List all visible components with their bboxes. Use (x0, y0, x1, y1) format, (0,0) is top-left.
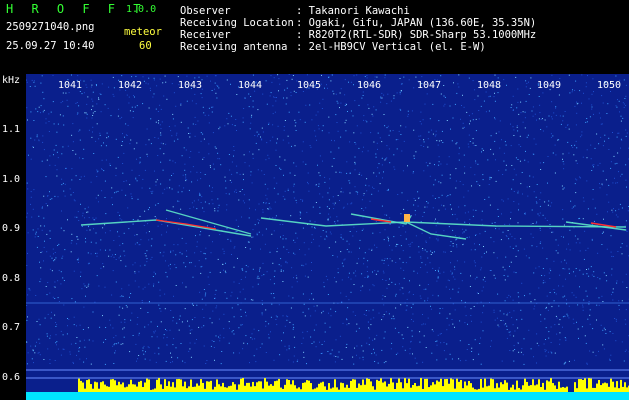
x-tick-label: 1043 (178, 80, 203, 91)
observer-label: Observer (180, 5, 231, 17)
y-tick-label: 0.6 (2, 372, 21, 383)
receiver-label: Receiver (180, 29, 231, 41)
y-axis-unit: kHz (2, 75, 21, 86)
baseline-bar (26, 392, 629, 400)
noise-layer (26, 74, 629, 365)
x-tick-label: 1050 (597, 80, 622, 91)
y-axis-panel (0, 74, 26, 400)
y-tick-label: 0.9 (2, 223, 21, 234)
signal-burst (404, 214, 410, 222)
x-tick-label: 1049 (537, 80, 562, 91)
antenna-value: : 2el-HB9CV Vertical (el. E-W) (296, 41, 486, 53)
signal-trace (165, 209, 252, 235)
x-tick-label: 1045 (297, 80, 322, 91)
app-version: 1.0.0 (126, 4, 157, 15)
x-tick-label: 1042 (118, 80, 143, 91)
observer-value: : Takanori Kawachi (296, 5, 410, 17)
y-tick-label: 1.0 (2, 174, 21, 185)
file-datetime: 25.09.27 10:40 (6, 40, 95, 52)
x-tick-label: 1046 (357, 80, 382, 91)
x-tick-label: 1044 (238, 80, 263, 91)
app-logo: H R O F F T (6, 2, 146, 16)
location-value: : Ogaki, Gifu, JAPAN (136.60E, 35.35N) (296, 17, 537, 29)
x-tick-label: 1048 (477, 80, 502, 91)
spectrogram[interactable] (26, 74, 629, 400)
spectrogram-plot (26, 74, 629, 400)
header-panel: H R O F F T 1.0.0 2509271040.png meteor … (0, 0, 629, 74)
detection-count: 60 (139, 40, 152, 52)
location-label: Receiving Location (180, 17, 294, 29)
file-name: 2509271040.png (6, 21, 95, 33)
x-tick-label: 1041 (58, 80, 83, 91)
receiver-value: : R820T2(RTL-SDR) SDR-Sharp 53.1000MHz (296, 29, 537, 41)
y-tick-label: 1.1 (2, 124, 21, 135)
signal-trace (80, 219, 252, 237)
level-bars (78, 378, 629, 394)
x-tick-label: 1047 (417, 80, 442, 91)
detection-label: meteor (124, 26, 162, 38)
y-tick-label: 0.7 (2, 322, 21, 333)
y-tick-label: 0.8 (2, 273, 21, 284)
antenna-label: Receiving antenna (180, 41, 288, 53)
